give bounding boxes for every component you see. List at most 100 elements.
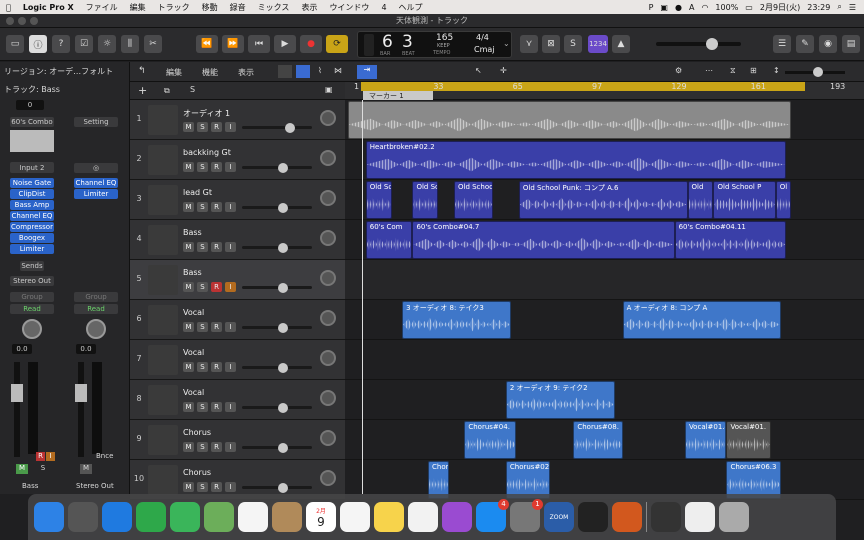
mute-button-2[interactable]: M <box>80 464 92 474</box>
track-pan-knob[interactable] <box>320 150 336 166</box>
volume-fader-2[interactable] <box>75 362 87 457</box>
resize-icon[interactable]: ↕ <box>773 66 780 75</box>
status-p-icon[interactable]: P <box>649 3 654 12</box>
track-volume-knob[interactable] <box>278 483 288 493</box>
track-header[interactable]: 3 lead Gt M S RI <box>130 180 345 220</box>
record-enable-button[interactable]: R <box>36 452 45 461</box>
search-icon[interactable]: ⌕ <box>837 2 841 12</box>
status-record-icon[interactable]: ● <box>675 3 682 12</box>
track-header[interactable]: 7 Vocal M S RI <box>130 340 345 380</box>
wifi-icon[interactable]: ◠ <box>701 3 708 12</box>
bounce-button[interactable]: Bnce <box>96 452 113 460</box>
audio-region[interactable]: 60's Com <box>365 221 413 259</box>
master-volume-knob[interactable] <box>706 38 718 50</box>
solo-button[interactable]: S <box>197 322 208 332</box>
audio-region[interactable]: Old <box>687 181 714 219</box>
audio-region[interactable]: 2 オーディオ 9: テイク2 <box>505 381 615 419</box>
flex-icon[interactable]: ⋈ <box>334 66 342 75</box>
audio-region[interactable]: A オーディオ 8: コンプ A <box>622 301 781 339</box>
solo-button[interactable]: S <box>197 122 208 132</box>
input-monitor-button[interactable]: I <box>225 362 236 372</box>
audio-region[interactable]: Old School P <box>365 181 392 219</box>
track-volume-slider[interactable] <box>242 283 312 293</box>
solo-button[interactable]: S <box>197 402 208 412</box>
logic-icon[interactable] <box>578 502 608 532</box>
track-volume-knob[interactable] <box>285 123 295 133</box>
to-start-button[interactable]: ⏮ <box>248 35 270 53</box>
global-solo-button[interactable]: S <box>190 85 195 94</box>
control-center-icon[interactable]: ☰ <box>849 3 856 12</box>
audio-region[interactable]: 3 オーディオ 8: テイク3 <box>402 301 512 339</box>
zoom-icon[interactable]: ZOOM <box>544 502 574 532</box>
group-button[interactable]: Group <box>10 292 54 302</box>
audio-region[interactable]: Heartbroken#02.2 <box>365 141 787 179</box>
input-monitor-button[interactable]: I <box>225 122 236 132</box>
notes-icon[interactable] <box>374 502 404 532</box>
track-pan-knob[interactable] <box>320 110 336 126</box>
mute-button[interactable]: M <box>183 282 194 292</box>
plugin-limiter[interactable]: Limiter <box>10 244 54 254</box>
status-box-icon[interactable]: ▣ <box>660 3 668 12</box>
replace-icon[interactable]: S <box>564 35 582 53</box>
toolbar-icon[interactable]: ☑ <box>75 35 93 53</box>
editors-icon[interactable]: ✂ <box>144 35 162 53</box>
menu-mix[interactable]: ミックス <box>252 2 296 13</box>
audio-region[interactable]: Ol <box>775 181 792 219</box>
track-volume-knob[interactable] <box>278 283 288 293</box>
solo-button[interactable]: S <box>197 162 208 172</box>
edit-menu[interactable]: 編集 <box>166 67 182 78</box>
track-name[interactable]: Vocal <box>183 348 204 357</box>
track-name[interactable]: Chorus <box>183 428 211 437</box>
audio-region[interactable]: Chorus#08. <box>573 421 623 459</box>
audio-region[interactable]: Old School P <box>713 181 776 219</box>
solo-button[interactable]: S <box>197 282 208 292</box>
duplicate-icon[interactable]: ⧉ <box>164 86 170 96</box>
record-button[interactable]: ● <box>300 35 322 53</box>
audio-region[interactable] <box>347 101 792 139</box>
track-pan-knob[interactable] <box>320 270 336 286</box>
zoom-slider[interactable] <box>785 67 845 77</box>
battery-icon[interactable]: ▭ <box>745 3 753 12</box>
link-icon-2[interactable]: ◎ <box>74 163 118 173</box>
track-pan-knob[interactable] <box>320 310 336 326</box>
rewind-button[interactable]: ⏪ <box>196 35 218 53</box>
reminders-icon[interactable] <box>340 502 370 532</box>
mute-button[interactable]: M <box>183 442 194 452</box>
track-pan-knob[interactable] <box>320 470 336 486</box>
menu-record[interactable]: 録音 <box>224 2 252 13</box>
track-pan-knob[interactable] <box>320 430 336 446</box>
safari-icon[interactable] <box>102 502 132 532</box>
timeline-ruler[interactable]: マーカー 1 1 33 65 97 129 161 193 <box>345 82 864 100</box>
track-volume-knob[interactable] <box>278 203 288 213</box>
metronome-icon[interactable]: ▲ <box>612 35 630 53</box>
mute-button[interactable]: M <box>183 242 194 252</box>
plugin-bass-amp[interactable]: Bass Amp <box>10 200 54 210</box>
close-window-button[interactable] <box>6 17 14 25</box>
plugin-boogex[interactable]: Boogex <box>10 233 54 243</box>
automation-icon[interactable]: ⌇ <box>318 66 322 75</box>
lcd-signature[interactable]: 4/4 <box>476 33 489 42</box>
record-enable-button[interactable]: R <box>211 122 222 132</box>
back-icon[interactable]: ↰ <box>138 66 146 76</box>
app-menu[interactable]: Logic Pro X <box>17 3 80 12</box>
group-button-2[interactable]: Group <box>74 292 118 302</box>
functions-menu[interactable]: 機能 <box>202 67 218 78</box>
record-enable-button[interactable]: R <box>211 282 222 292</box>
track-header[interactable]: 2 backking Gt M S RI <box>130 140 345 180</box>
track-volume-slider[interactable] <box>242 363 312 373</box>
pan-knob[interactable] <box>22 319 42 339</box>
track-name[interactable]: Vocal <box>183 388 204 397</box>
track-pan-knob[interactable] <box>320 390 336 406</box>
mute-button[interactable]: M <box>183 202 194 212</box>
menu-track[interactable]: トラック <box>152 2 196 13</box>
track-pan-knob[interactable] <box>320 350 336 366</box>
inspector-icon[interactable]: ⓘ <box>29 35 47 53</box>
track-volume-knob[interactable] <box>278 403 288 413</box>
menu-edit[interactable]: 編集 <box>124 2 152 13</box>
tuner-icon[interactable]: ⋎ <box>520 35 538 53</box>
menu-help[interactable]: ヘルプ <box>393 2 429 13</box>
record-enable-button[interactable]: R <box>211 202 222 212</box>
pan-knob-2[interactable] <box>86 319 106 339</box>
track-name[interactable]: lead Gt <box>183 188 212 197</box>
setting-button[interactable]: 60's Combo <box>10 117 54 127</box>
